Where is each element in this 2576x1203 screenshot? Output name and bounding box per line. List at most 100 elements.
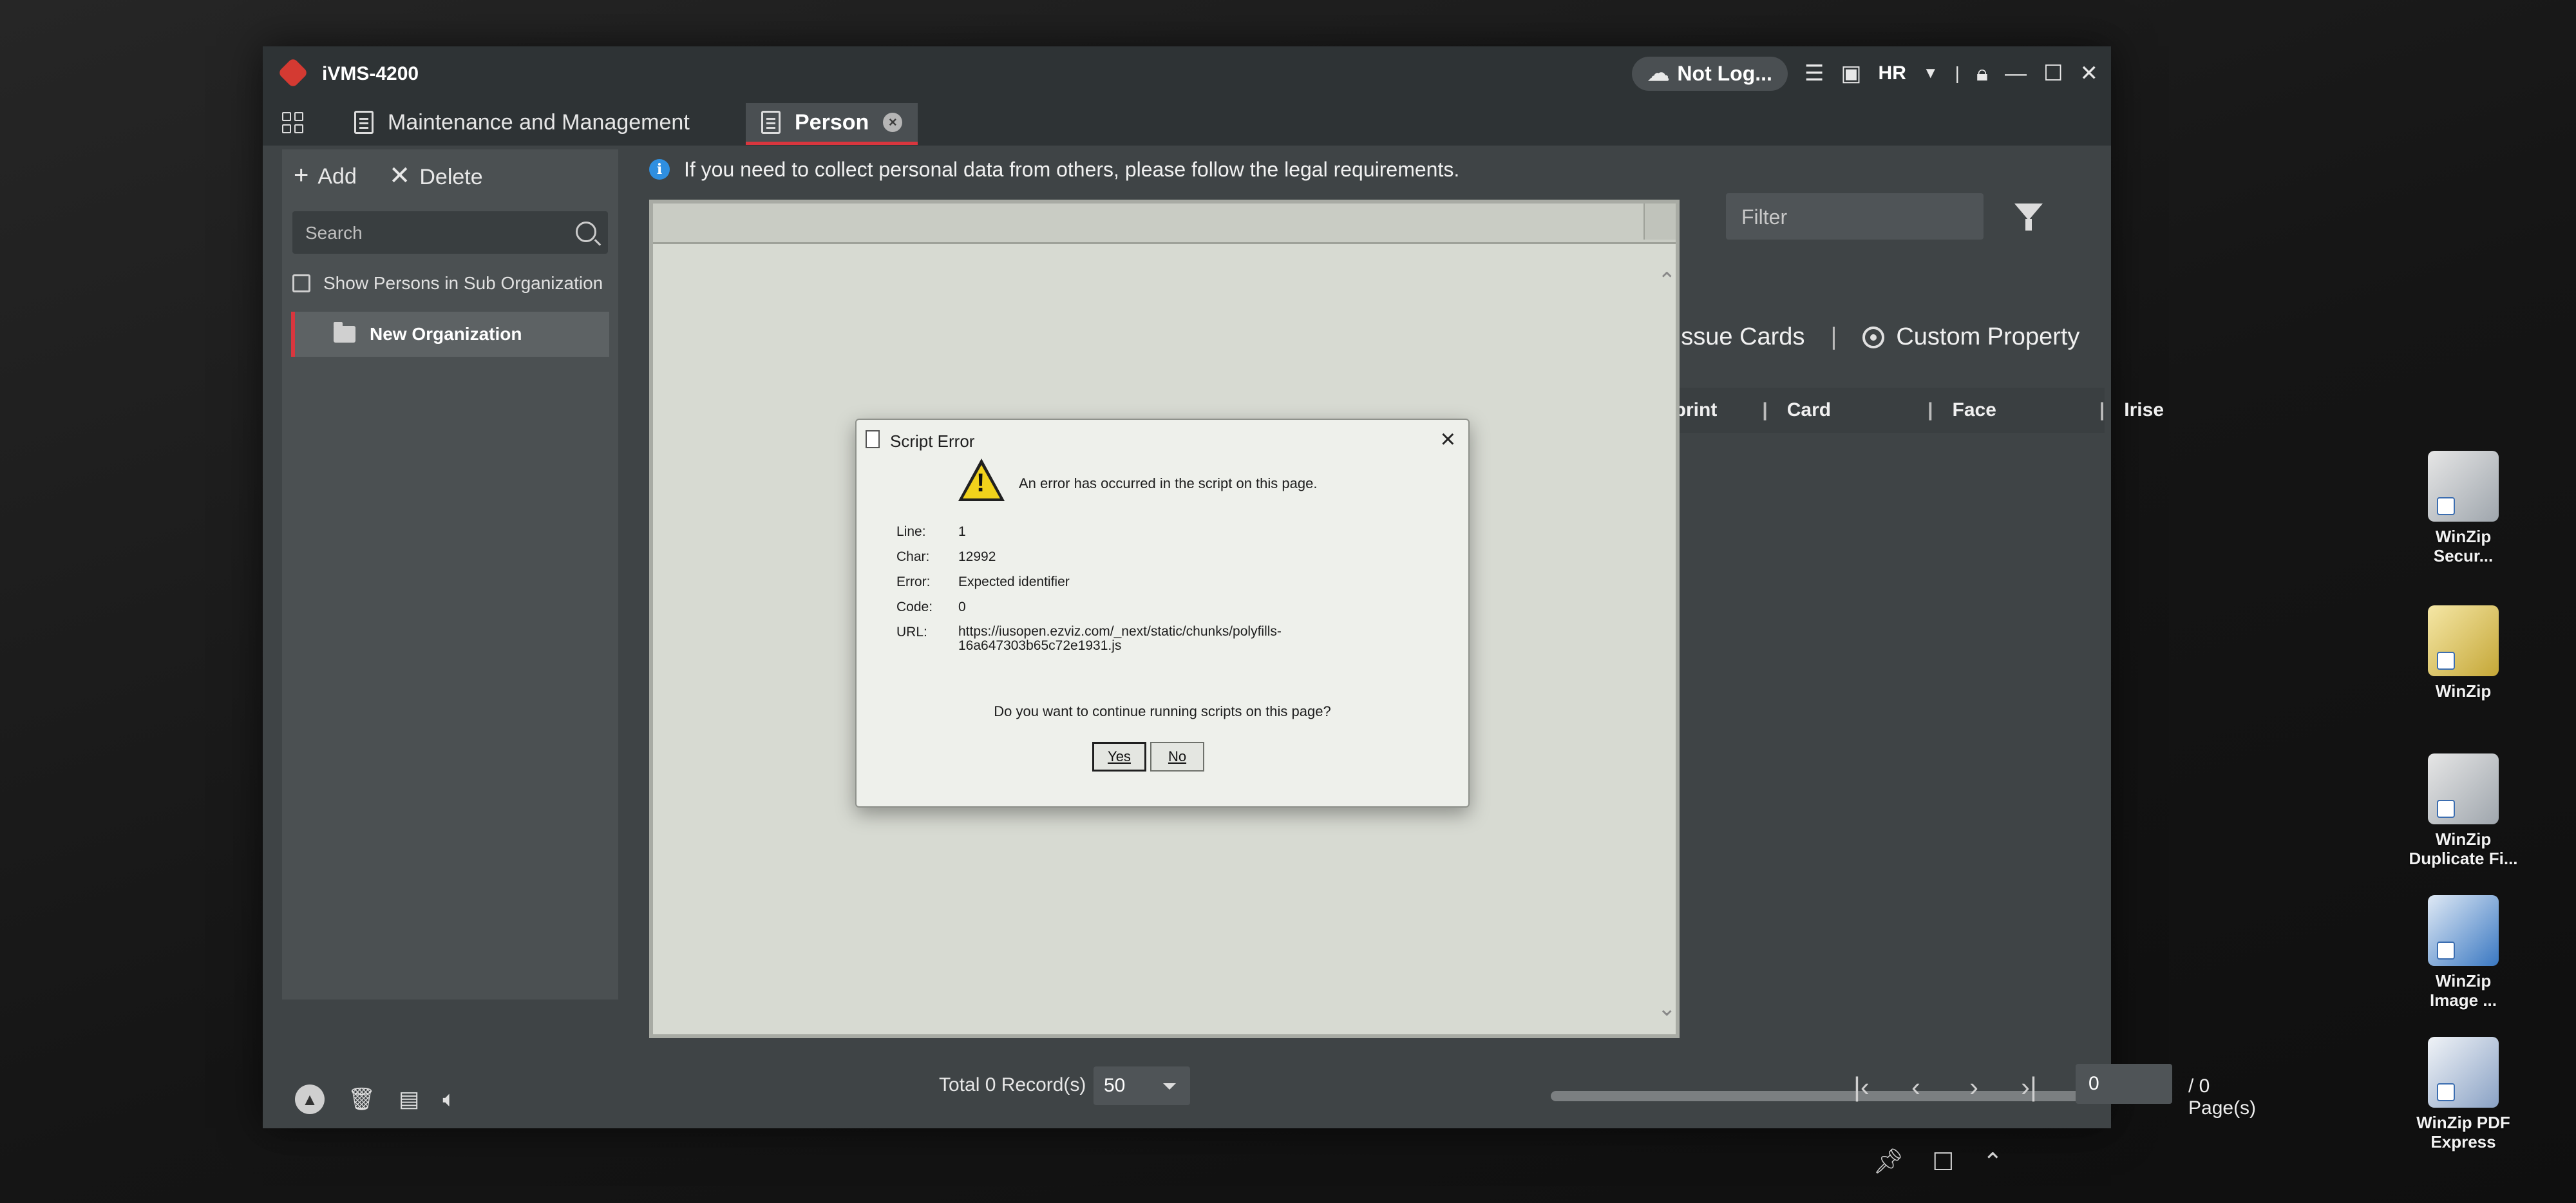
delete-label: Delete <box>419 165 483 189</box>
zip-folder-icon <box>2428 605 2499 676</box>
tab-bar: Maintenance and Management Person × <box>263 99 2111 146</box>
icon-label: WinZip <box>2435 971 2492 990</box>
tab-maintenance[interactable]: Maintenance and Management <box>354 103 690 142</box>
detail-row: Line: 1 <box>896 524 1345 549</box>
search-input[interactable] <box>304 211 564 255</box>
trash-icon[interactable]: 🗑︎ <box>348 1086 375 1112</box>
column-face[interactable]: Face <box>1953 399 1996 421</box>
person-actions: h Issue Cards | Custom Property <box>1654 323 2079 351</box>
first-page-icon[interactable]: |‹ <box>1853 1072 1870 1103</box>
chevron-up-icon[interactable]: ⌃ <box>1982 1148 2003 1177</box>
status-bar: ▲ 🗑︎ ▤ 🔈︎ <box>282 1077 913 1122</box>
maximize-icon[interactable]: ☐ <box>2043 62 2063 84</box>
info-banner-text: If you need to collect personal data fro… <box>684 157 1460 181</box>
add-button[interactable]: + Add <box>294 161 357 191</box>
task-list-icon[interactable]: ☰ <box>1804 62 1824 84</box>
page-icon <box>866 430 880 448</box>
desktop-icon-winzip-pdf[interactable]: WinZip PDF Express <box>2383 1037 2544 1151</box>
detail-row: Char: 12992 <box>896 549 1345 574</box>
desktop-icon-winzip-image[interactable]: WinZip Image ... <box>2383 895 2544 1010</box>
warning-icon <box>958 459 1005 501</box>
no-button[interactable]: No <box>1150 742 1204 772</box>
url-line-1: https://iusopen.ezviz.com/_next/static/c… <box>958 624 1282 639</box>
language-label[interactable]: HR <box>1879 62 1906 84</box>
close-tab-icon[interactable]: × <box>883 113 903 132</box>
table-header: rprint | Card | Face | Irise <box>1667 388 2164 433</box>
dialog-title-bar: Script Error × <box>857 420 1468 461</box>
page-size-value: 50 <box>1104 1075 1126 1096</box>
url-line-2: 16a647303b65c72e1931.js <box>958 638 1122 653</box>
show-sub-organization-row[interactable]: Show Persons in Sub Organization <box>292 273 603 294</box>
column-iris[interactable]: Irise <box>2124 399 2164 421</box>
login-status-button[interactable]: ☁ Not Log... <box>1632 56 1788 91</box>
lock-icon[interactable]: 🔒︎ <box>1976 62 1988 84</box>
yes-button[interactable]: Yes <box>1092 742 1146 772</box>
url-value: https://iusopen.ezviz.com/_next/static/c… <box>958 625 1345 663</box>
delete-button[interactable]: ✕ Delete <box>389 161 483 191</box>
desktop-icon-winzip[interactable]: WinZip <box>2383 605 2544 701</box>
script-error-dialog: Script Error × An error has occurred in … <box>855 419 1470 808</box>
chevron-down-icon[interactable]: ⌄ <box>1658 996 1676 1021</box>
chevron-down-icon <box>1163 1083 1176 1090</box>
icon-label: WinZip <box>2435 829 2492 849</box>
icon-label: Duplicate Fi... <box>2409 849 2518 868</box>
person-doc-icon <box>761 111 781 134</box>
next-page-icon[interactable]: › <box>1969 1072 1978 1103</box>
minimize-icon[interactable]: — <box>2005 62 2027 84</box>
divider: | <box>2099 399 2105 421</box>
prev-page-icon[interactable]: ‹ <box>1911 1072 1920 1103</box>
folder-icon <box>334 322 355 343</box>
char-label: Char: <box>896 549 930 564</box>
plus-icon: + <box>294 161 309 189</box>
search-icon[interactable] <box>576 222 596 242</box>
cloud-icon: ☁ <box>1647 61 1670 86</box>
filter-box <box>1726 193 1984 241</box>
tab-person[interactable]: Person × <box>746 103 918 145</box>
organization-panel: + Add ✕ Delete Show Persons in Sub Organiz… <box>282 149 618 999</box>
image-manager-icon <box>2428 895 2499 966</box>
filter-input[interactable] <box>1740 193 1962 241</box>
tab-label: Person <box>795 109 869 135</box>
tree-item-new-organization[interactable]: New Organization <box>291 312 609 357</box>
tab-home[interactable] <box>282 103 303 142</box>
info-icon: i <box>649 159 670 180</box>
title-bar: iVMS-4200 ☁ Not Log... ☰ ▣ HR ▼ | 🔒︎ — ☐… <box>263 46 2111 99</box>
image-icon[interactable]: ▣ <box>1841 62 1861 84</box>
line-value: 1 <box>958 524 966 539</box>
document-icon <box>354 111 374 134</box>
app-title: iVMS-4200 <box>322 63 419 84</box>
page-number-input[interactable]: 0 <box>2076 1064 2172 1104</box>
chevron-down-icon[interactable]: ▼ <box>1923 66 1938 81</box>
error-details: Line: 1 Char: 12992 Error: Expected iden… <box>896 524 1345 663</box>
show-sub-organization-checkbox[interactable] <box>292 274 310 292</box>
alarm-icon[interactable]: ▲ <box>295 1085 325 1114</box>
desktop-icon-winzip-secure[interactable]: WinZip Secur... <box>2383 451 2544 565</box>
pagination: Total 0 Record(s) 50 |‹ ‹ › ›| 0 / 0 Pag… <box>907 1059 2256 1119</box>
funnel-icon[interactable] <box>2014 204 2043 231</box>
icon-label: Express <box>2430 1132 2496 1151</box>
dialog-message: An error has occurred in the script on t… <box>1019 475 1318 491</box>
picture-icon[interactable]: ▤ <box>399 1086 419 1112</box>
window-icon[interactable]: ☐ <box>1932 1148 1954 1177</box>
column-card[interactable]: Card <box>1787 399 1831 421</box>
pin-icon[interactable]: 📌︎ <box>1873 1148 1904 1177</box>
last-page-icon[interactable]: ›| <box>2021 1072 2037 1103</box>
gear-icon <box>1862 326 1885 348</box>
divider: | <box>1955 63 1960 83</box>
frame-top-bar <box>653 204 1676 244</box>
grid-icon <box>282 111 303 133</box>
add-label: Add <box>317 164 357 189</box>
desktop-icon-winzip-duplicate[interactable]: WinZip Duplicate Fi... <box>2383 753 2544 868</box>
chevron-up-icon[interactable]: ⌃ <box>1658 268 1676 294</box>
error-label: Error: <box>896 574 931 589</box>
tree-item-label: New Organization <box>370 324 522 344</box>
custom-property-button[interactable]: Custom Property <box>1862 323 2079 351</box>
mute-icon[interactable]: 🔈︎ <box>442 1087 455 1112</box>
close-icon[interactable]: ✕ <box>2080 62 2099 84</box>
server-icon <box>2428 451 2499 522</box>
page-size-select[interactable]: 50 <box>1094 1066 1190 1105</box>
tab-label: Maintenance and Management <box>388 109 690 135</box>
organization-actions: + Add ✕ Delete <box>294 161 483 191</box>
detail-row: Error: Expected identifier <box>896 574 1345 600</box>
close-icon[interactable]: × <box>1441 426 1455 452</box>
